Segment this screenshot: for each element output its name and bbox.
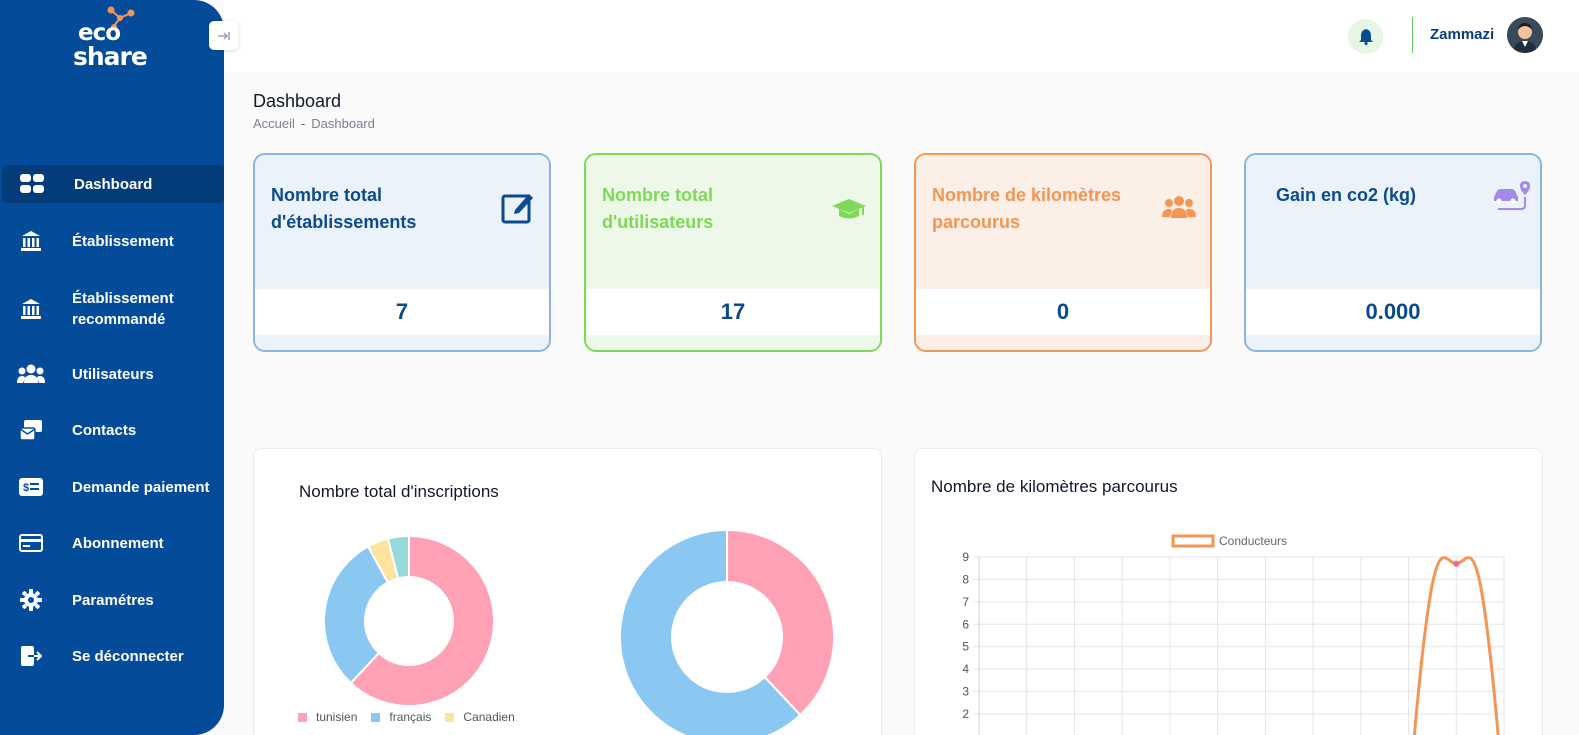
legend-item[interactable]: français — [371, 710, 431, 724]
inscriptions-panel: Nombre total d'inscriptions tunisien fra… — [253, 448, 882, 735]
y-tick-label: 5 — [962, 640, 969, 654]
sidebar-item-label: Établissement — [72, 232, 174, 250]
legend-label-conducteurs: Conducteurs — [1219, 534, 1287, 548]
sidebar-item-abonnement[interactable]: Abonnement — [0, 524, 224, 562]
edit-icon — [501, 190, 535, 224]
legend-item[interactable]: Canadien — [445, 710, 515, 724]
y-tick-label: 9 — [962, 550, 969, 564]
breadcrumb-home[interactable]: Accueil — [253, 116, 295, 131]
stat-card-kilometres: Nombre de kilomètres parcourus 0 — [914, 153, 1212, 352]
sidebar-item-demande-paiement[interactable]: $ Demande paiement — [0, 468, 224, 506]
sidebar-item-dashboard[interactable]: Dashboard — [2, 165, 224, 203]
stat-title: Nombre total d'établissements — [271, 185, 417, 232]
arrow-right-icon — [217, 31, 230, 40]
sidebar-item-label: Se déconnecter — [72, 647, 184, 665]
page-title: Dashboard — [253, 91, 342, 111]
stat-value: 17 — [586, 289, 880, 335]
sidebar-item-label: Dashboard — [74, 175, 153, 193]
sidebar-item-label: Demande paiement — [72, 478, 210, 496]
line-chart-kilometres: Conducteurs 2 3 4 5 6 7 8 9 — [962, 534, 1505, 735]
stat-card-utilisateurs: Nombre total d'utilisateurs 17 — [584, 153, 882, 352]
eco-share-logo[interactable]: eco share — [70, 6, 154, 71]
legend-item[interactable]: tunisien — [298, 710, 357, 724]
legend-label: Canadien — [463, 710, 515, 724]
header-divider — [1412, 17, 1413, 53]
sidebar-item-label: Établissement recommandé — [72, 290, 174, 328]
sidebar-item-etablissement-recommande[interactable]: Établissement recommandé — [0, 286, 224, 332]
stat-value: 0.000 — [1246, 289, 1540, 335]
breadcrumb: Accueil - Dashboard — [253, 116, 375, 131]
doughnut-chart-nationalities — [323, 534, 495, 707]
breadcrumb-current: Dashboard — [311, 116, 375, 131]
svg-text:$: $ — [23, 482, 29, 494]
legend-swatch — [445, 712, 455, 722]
stat-title: Nombre total d'utilisateurs — [602, 185, 714, 232]
doughnut-slice-0[interactable] — [726, 528, 835, 717]
institution-icon — [17, 295, 45, 323]
chart-legend: tunisien français Canadien — [298, 710, 529, 724]
y-tick-label: 4 — [962, 662, 969, 676]
sidebar-item-utilisateurs[interactable]: Utilisateurs — [0, 355, 224, 393]
money-bill-icon: $ — [17, 473, 45, 501]
stat-card-etablissements: Nombre total d'établissements 7 — [253, 153, 551, 352]
doughnut-chart-secondary — [619, 528, 835, 735]
user-name[interactable]: Zammazi — [1430, 26, 1494, 43]
credit-card-icon — [17, 529, 45, 557]
users-icon — [17, 360, 45, 388]
legend-swatch — [298, 712, 307, 722]
legend-label: français — [389, 710, 432, 724]
sidebar-item-se-deconnecter[interactable]: Se déconnecter — [0, 637, 224, 675]
car-route-icon — [1492, 179, 1530, 213]
stat-value: 7 — [255, 289, 549, 335]
sidebar-item-label: Abonnement — [72, 534, 164, 552]
y-tick-label: 3 — [962, 685, 969, 699]
gear-icon — [17, 586, 45, 614]
institution-icon — [17, 227, 45, 255]
stat-title: Gain en co2 (kg) — [1276, 185, 1417, 205]
panel-title: Nombre total d'inscriptions — [299, 482, 499, 501]
sidebar-item-parametres[interactable]: Paramétres — [0, 581, 224, 619]
graduation-cap-icon — [832, 190, 866, 224]
y-tick-label: 7 — [962, 595, 969, 609]
avatar[interactable] — [1507, 17, 1543, 53]
legend-label: tunisien — [316, 710, 358, 724]
sidebar: eco share Dashboard Établissement Établi… — [0, 0, 224, 735]
y-tick-label: 6 — [962, 617, 969, 631]
logo-text-bottom: share — [73, 42, 148, 71]
sidebar-item-contacts[interactable]: Contacts — [0, 411, 224, 449]
stat-title: Nombre de kilomètres parcourus — [932, 185, 1122, 232]
legend-swatch-conducteurs[interactable] — [1171, 534, 1215, 548]
breadcrumb-separator: - — [300, 116, 306, 131]
dashboard-icon — [19, 170, 47, 198]
sidebar-item-label: Utilisateurs — [72, 365, 154, 383]
sidebar-toggle-button[interactable] — [209, 21, 238, 50]
y-tick-label: 8 — [962, 572, 969, 586]
y-tick-label: 2 — [962, 707, 969, 721]
contacts-icon — [17, 416, 45, 444]
sidebar-item-etablissement[interactable]: Établissement — [0, 222, 224, 260]
legend-swatch — [371, 712, 381, 722]
panel-title: Nombre de kilomètres parcourus — [931, 477, 1178, 496]
users-icon — [1162, 190, 1196, 224]
data-point-peak[interactable] — [1453, 560, 1460, 567]
notification-button[interactable] — [1348, 19, 1383, 54]
sidebar-item-label: Paramétres — [72, 591, 154, 609]
sidebar-item-label: Contacts — [72, 421, 137, 439]
stat-value: 0 — [916, 289, 1210, 335]
stat-card-co2: Gain en co2 (kg) 0.000 — [1244, 153, 1542, 352]
kilometres-panel: Nombre de kilomètres parcourus Conducteu… — [914, 448, 1543, 735]
bell-icon — [1358, 29, 1373, 45]
logout-icon — [17, 642, 45, 670]
